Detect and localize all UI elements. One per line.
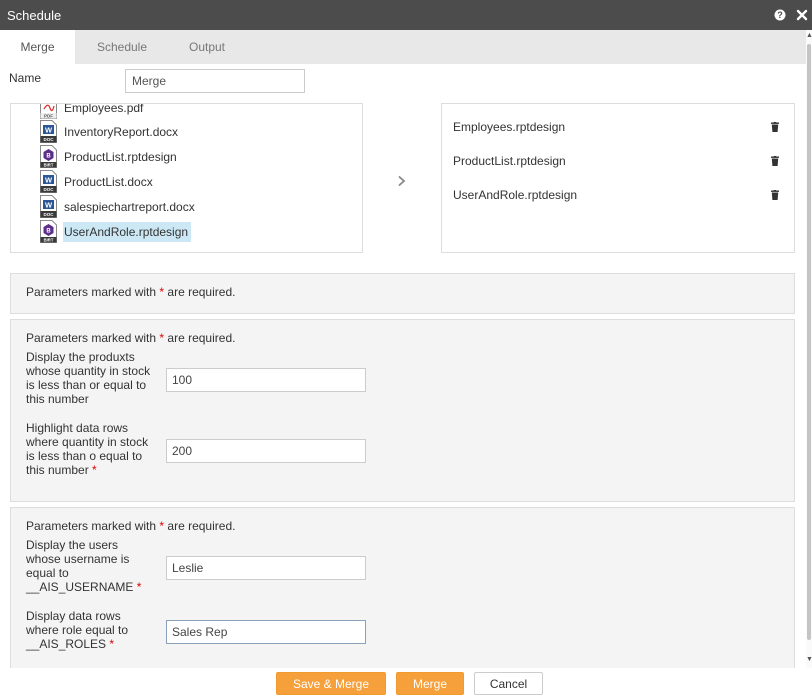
scroll-thumb[interactable] [807,44,811,640]
svg-text:B: B [46,229,51,235]
param-username-input[interactable] [166,556,366,580]
title-bar: Schedule ? [0,0,812,30]
file-name: ProductList.rptdesign [64,149,177,164]
file-name: UserAndRole.rptdesign [63,221,192,242]
required-note: Parameters marked with * are required. [26,519,236,533]
close-icon[interactable] [796,9,808,21]
svg-text:BIRT: BIRT [44,238,54,243]
tab-bar: Merge Schedule Output [0,30,806,64]
dialog-footer: Save & Merge Merge Cancel [0,668,812,697]
parameter-group-productlist: Parameters marked with * are required. D… [10,319,795,502]
trash-icon[interactable] [771,122,779,132]
tab-merge[interactable]: Merge [0,30,75,64]
param-stock-limit-input[interactable] [166,368,366,392]
help-icon[interactable]: ? [774,9,786,21]
param-highlight-label: Highlight data rows where quantity in st… [26,421,149,477]
selected-file-item: UserAndRole.rptdesign [453,185,783,205]
svg-text:DOC: DOC [44,212,55,217]
tab-schedule[interactable]: Schedule [84,30,160,64]
svg-text:W: W [45,126,53,135]
svg-text:DOC: DOC [44,187,55,192]
file-name: salespiechartreport.docx [64,199,195,214]
word-file-icon: W DOC [40,170,57,193]
file-item[interactable]: W DOC salespiechartreport.docx [39,195,198,218]
selected-file-name: ProductList.rptdesign [453,154,566,168]
name-input[interactable] [125,69,305,93]
name-label: Name [9,71,42,85]
word-file-icon: W DOC [40,120,57,143]
svg-text:?: ? [777,10,783,20]
param-highlight-input[interactable] [166,439,366,463]
file-item[interactable]: B BIRT ProductList.rptdesign [39,145,180,168]
file-name: Employees.pdf [64,103,144,115]
tab-output[interactable]: Output [176,30,238,64]
svg-text:B: B [46,154,51,160]
parameter-group-userandrole: Parameters marked with * are required. D… [10,507,795,677]
window-title: Schedule [7,8,62,23]
file-name: InventoryReport.docx [64,124,179,139]
birt-file-icon: B BIRT [40,145,57,168]
scroll-down-icon[interactable]: ▼ [806,656,812,664]
cancel-button[interactable]: Cancel [474,672,543,695]
param-stock-limit-label: Display the produxts whose quantity in s… [26,350,151,406]
available-files-list[interactable]: PDF Employees.pdf W DOC InventoryReport.… [10,103,363,253]
selected-file-item: Employees.rptdesign [453,117,783,137]
file-item[interactable]: W DOC InventoryReport.docx [39,120,181,143]
svg-text:PDF: PDF [44,114,53,119]
pdf-file-icon: PDF [40,104,57,119]
trash-icon[interactable] [771,156,779,166]
scroll-up-icon[interactable]: ▲ [806,32,812,40]
merge-button[interactable]: Merge [396,672,464,695]
chevron-right-icon[interactable] [396,174,408,188]
save-and-merge-button[interactable]: Save & Merge [276,672,386,695]
required-note: Parameters marked with * are required. [26,285,236,299]
file-item-selected[interactable]: B BIRT UserAndRole.rptdesign [39,220,192,243]
trash-icon[interactable] [771,190,779,200]
param-username-label: Display the users whose username is equa… [26,538,142,594]
param-role-input[interactable] [166,620,366,644]
selected-file-name: UserAndRole.rptdesign [453,188,578,202]
parameter-group-employees: Parameters marked with * are required. [10,273,795,314]
word-file-icon: W DOC [40,195,57,218]
vertical-scrollbar[interactable]: ▲ ▼ [806,30,812,668]
required-note: Parameters marked with * are required. [26,331,236,345]
birt-file-icon: B BIRT [40,220,57,243]
selected-file-item: ProductList.rptdesign [453,151,783,171]
selected-file-name: Employees.rptdesign [453,120,566,134]
file-item[interactable]: PDF Employees.pdf [39,103,146,119]
svg-text:W: W [45,201,53,210]
param-role-label: Display data rows where role equal to __… [26,609,129,651]
svg-text:BIRT: BIRT [44,163,54,168]
file-name: ProductList.docx [64,174,153,189]
selected-files-list: Employees.rptdesign ProductList.rptdesig… [441,103,795,253]
svg-text:W: W [45,176,53,185]
file-item[interactable]: W DOC ProductList.docx [39,170,156,193]
svg-text:DOC: DOC [44,137,55,142]
